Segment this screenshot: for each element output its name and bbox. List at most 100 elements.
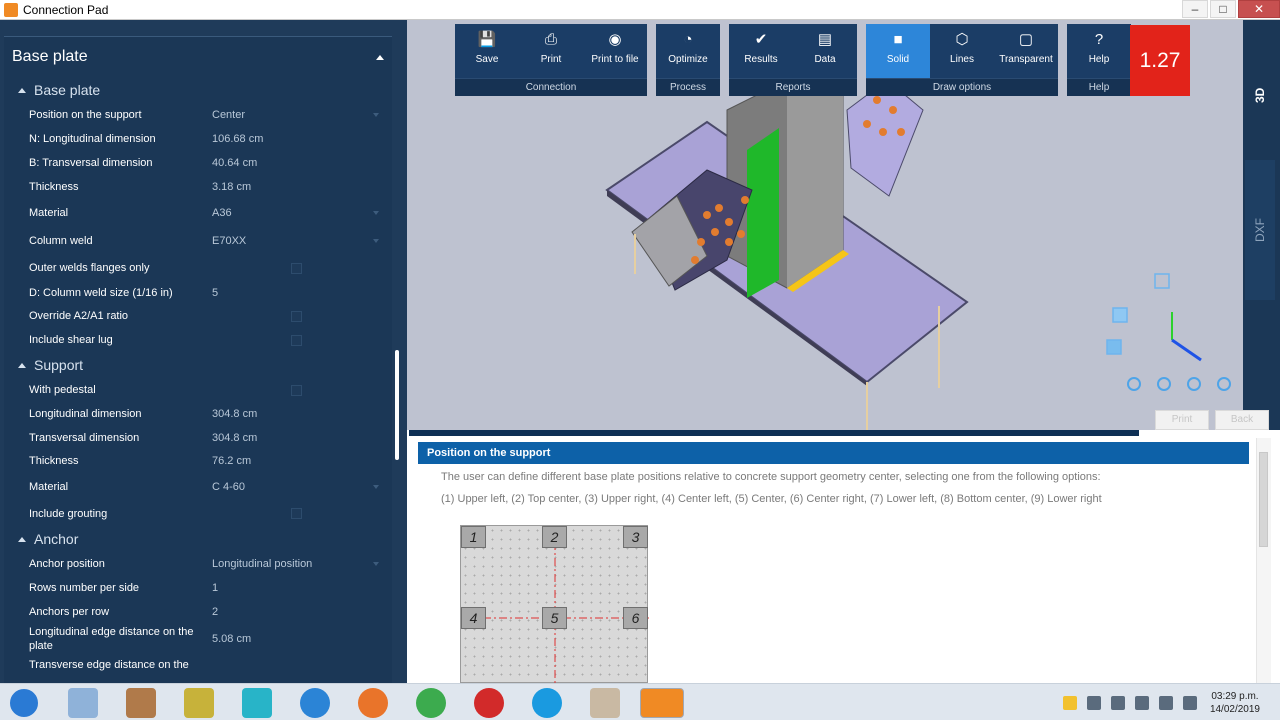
tab-dxf[interactable]: DXF [1245,160,1275,300]
app-grid-icon[interactable] [242,688,272,718]
transparent-button[interactable]: ▢ Transparent [994,24,1058,78]
close-button[interactable]: ✕ [1238,0,1280,18]
ribbon-group-label: Connection [455,78,647,96]
network-icon[interactable] [1110,695,1125,710]
solid-icon: ■ [893,30,903,48]
minimize-button[interactable]: – [1182,0,1208,18]
property-checkbox[interactable] [291,384,302,396]
help-options-list: (1) Upper left, (2) Top center, (3) Uppe… [441,493,1102,505]
tab-3d[interactable]: 3D [1245,75,1275,115]
system-tray: 03:29 p.m. 14/02/2019 [1058,684,1280,720]
warning-icon[interactable] [1062,695,1077,710]
section-anchor[interactable]: Anchor [4,526,392,552]
solid-button[interactable]: ■ Solid [866,24,930,78]
property-checkbox[interactable] [291,334,302,346]
app-house-icon[interactable] [126,688,156,718]
app-icon [4,2,18,17]
maximize-button[interactable]: □ [1210,0,1236,18]
signal-icon[interactable] [1158,695,1173,710]
chevron-down-icon[interactable] [373,210,379,215]
property-label: Material [29,481,69,493]
property-row: Longitudinal edge distance on the plate 5… [4,623,392,655]
clock-date: 14/02/2019 [1209,703,1260,715]
collapse-icon[interactable] [376,54,384,60]
collapse-icon[interactable] [18,87,26,93]
firefox-icon[interactable] [358,688,388,718]
ribbon-group-reports: ✔ Results ▤ Data Reports [729,24,857,96]
optimize-button[interactable]: ◔ Optimize [656,24,720,78]
property-input[interactable]: 2 [212,606,218,618]
property-select[interactable]: Longitudinal position [212,558,312,570]
collapse-icon[interactable] [18,362,26,368]
button-label: Lines [950,54,974,65]
3d-viewport[interactable]: 💾 Save ⎙ Print ◉ Print to file Connection ◔ Opti… [407,20,1280,430]
help-back-button[interactable]: Back [1215,410,1269,430]
panel-header[interactable]: Base plate [4,37,392,77]
property-select[interactable]: C 4-60 [212,481,245,493]
connection-pad-taskbar-icon[interactable] [640,688,684,718]
data-button[interactable]: ▤ Data [793,24,857,78]
help-button[interactable]: ? Help [1067,24,1131,78]
opera-icon[interactable] [474,688,504,718]
property-checkbox[interactable] [291,508,302,519]
title-bar: Connection Pad – □ ✕ [0,0,1280,20]
property-select[interactable]: A36 [212,207,232,219]
property-row: Anchors per row 2 [4,600,392,623]
chevron-down-icon[interactable] [373,562,379,566]
property-input[interactable]: 106.68 cm [212,133,263,145]
property-input[interactable]: 1 [212,582,218,594]
clock[interactable]: 03:29 p.m. 14/02/2019 [1210,690,1260,716]
property-row: B: Transversal dimension 40.64 cm [4,151,392,175]
section-title: Support [34,357,84,373]
property-row: Column weld E70XX [4,227,392,255]
property-input[interactable]: 3.18 cm [212,181,251,193]
usb-icon[interactable] [1086,695,1101,710]
calculator-icon[interactable] [68,688,98,718]
chevron-down-icon[interactable] [373,113,379,117]
chrome-icon[interactable] [416,688,446,718]
help-scroll-thumb[interactable] [1259,452,1268,547]
property-label: Material [29,206,69,219]
app-crane-icon[interactable] [184,688,214,718]
start-button[interactable] [8,687,40,719]
property-select[interactable]: E70XX [212,235,246,247]
help-splitter[interactable] [409,430,1139,436]
property-input[interactable]: 40.64 cm [212,157,257,169]
section-base-plate[interactable]: Base plate [4,77,392,103]
chevron-down-icon[interactable] [373,239,379,243]
section-support[interactable]: Support [4,352,392,378]
ribbon-group-help: ? Help Help [1067,24,1131,96]
position-5: 5 [542,607,567,629]
property-checkbox[interactable] [291,262,302,274]
chevron-down-icon[interactable] [373,485,379,489]
property-input[interactable]: 304.8 cm [212,432,257,444]
volume-icon[interactable] [1134,695,1149,710]
property-label: B: Transversal dimension [29,157,153,169]
property-row: Anchor position Longitudinal position [4,552,392,576]
print-button[interactable]: ⎙ Print [519,24,583,78]
property-select[interactable]: Center [212,109,245,121]
property-input[interactable]: 5 [212,287,218,299]
camera-icon: ◉ [608,31,622,48]
help-print-button[interactable]: Print [1155,410,1209,430]
property-label: Thickness [29,455,79,467]
lines-button[interactable]: ⬡ Lines [930,24,994,78]
internet-explorer-icon[interactable] [300,688,330,718]
paint-icon[interactable] [590,688,620,718]
action-center-icon[interactable] [1182,695,1197,710]
results-button[interactable]: ✔ Results [729,24,793,78]
property-input[interactable]: 304.8 cm [212,408,257,420]
button-label: Data [814,54,836,65]
print-to-file-button[interactable]: ◉ Print to file [583,24,647,78]
property-input[interactable]: 76.2 cm [212,455,251,467]
panel-title: Base plate [12,48,88,65]
panel-scroll-thumb[interactable] [395,350,399,460]
save-button[interactable]: 💾 Save [455,24,519,78]
position-1: 1 [461,526,486,548]
property-input[interactable]: 5.08 cm [212,633,251,645]
property-row: Transverse edge distance on the [4,655,392,675]
print-icon: ⎙ [544,30,557,48]
collapse-icon[interactable] [18,536,26,542]
property-checkbox[interactable] [291,310,302,322]
skype-icon[interactable] [532,688,562,718]
